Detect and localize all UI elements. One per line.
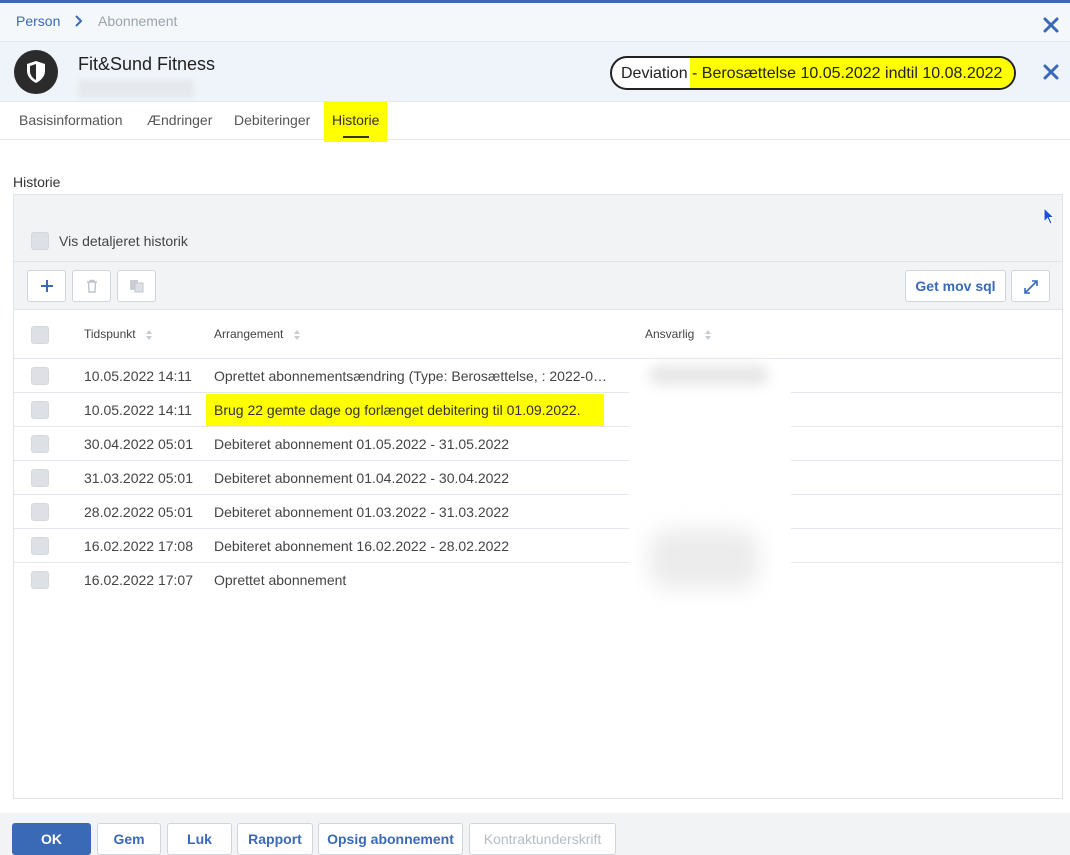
tab-bar: Basisinformation Ændringer Debiteringer … xyxy=(0,102,1070,142)
history-options: Vis detaljeret historik xyxy=(14,195,1062,262)
table-row[interactable]: 31.03.2022 05:01 Debiteret abonnement 01… xyxy=(14,461,1062,495)
copy-icon xyxy=(130,280,144,293)
redaction-smudge xyxy=(649,529,759,589)
select-all-checkbox[interactable] xyxy=(31,326,49,344)
cell-arrangement: Debiteret abonnement 01.05.2022 - 31.05.… xyxy=(214,436,510,452)
cell-arrangement: Debiteret abonnement 01.03.2022 - 31.03.… xyxy=(214,504,510,520)
row-checkbox[interactable] xyxy=(31,367,49,385)
cell-tidspunkt: 16.02.2022 17:08 xyxy=(84,538,193,554)
deviation-label: Deviation xyxy=(621,65,688,82)
column-header-label: Tidspunkt xyxy=(84,327,136,341)
add-button[interactable] xyxy=(27,270,66,302)
cell-tidspunkt: 31.03.2022 05:01 xyxy=(84,470,193,486)
deviation-badge: Deviation - Berosættelse 10.05.2022 indt… xyxy=(610,56,1016,90)
cell-arrangement: Debiteret abonnement 16.02.2022 - 28.02.… xyxy=(214,538,510,554)
sort-icon xyxy=(704,329,711,340)
close-icon[interactable] xyxy=(1042,16,1060,34)
page-title: Fit&Sund Fitness xyxy=(78,54,216,74)
row-checkbox[interactable] xyxy=(31,435,49,453)
copy-button[interactable] xyxy=(117,270,156,302)
cell-tidspunkt: 30.04.2022 05:01 xyxy=(84,436,193,452)
get-mov-sql-button[interactable]: Get mov sql xyxy=(905,270,1006,302)
expand-icon xyxy=(1024,280,1038,294)
avatar xyxy=(14,50,58,94)
deviation-detail: - Berosættelse 10.05.2022 indtil 10.08.2… xyxy=(690,58,1014,88)
table-row[interactable]: 30.04.2022 05:01 Debiteret abonnement 01… xyxy=(14,427,1062,461)
table-row[interactable]: 16.02.2022 17:08 Debiteret abonnement 16… xyxy=(14,529,1062,563)
redacted-ansvarlig-column xyxy=(629,359,791,599)
column-header-arrangement[interactable]: Arrangement xyxy=(214,327,301,341)
opsig-abonnement-button[interactable]: Opsig abonnement xyxy=(318,823,463,855)
plus-icon xyxy=(41,280,53,292)
sort-icon xyxy=(293,329,300,340)
chevron-right-icon xyxy=(75,15,83,27)
gem-button[interactable]: Gem xyxy=(97,823,161,855)
tab-debiteringer[interactable]: Debiteringer xyxy=(234,112,310,128)
breadcrumb-current: Abonnement xyxy=(98,13,178,29)
cell-arrangement: Brug 22 gemte dage og forlænget debiteri… xyxy=(206,394,604,426)
record-header: Fit&Sund Fitness Deviation - Berosættels… xyxy=(0,42,1070,102)
table-row[interactable]: 10.05.2022 14:11 Brug 22 gemte dage og f… xyxy=(14,393,1062,427)
row-checkbox[interactable] xyxy=(31,503,49,521)
cell-tidspunkt: 16.02.2022 17:07 xyxy=(84,572,193,588)
column-header-label: Ansvarlig xyxy=(645,327,695,341)
cell-tidspunkt: 10.05.2022 14:11 xyxy=(84,402,192,418)
cell-tidspunkt: 28.02.2022 05:01 xyxy=(84,504,193,520)
rapport-button[interactable]: Rapport xyxy=(237,823,313,855)
ok-button[interactable]: OK xyxy=(12,823,91,855)
table-row[interactable]: 10.05.2022 14:11 Oprettet abonnementsænd… xyxy=(14,359,1062,393)
tab-active-underline xyxy=(343,136,369,138)
breadcrumb-person-link[interactable]: Person xyxy=(16,13,60,29)
shield-icon xyxy=(27,61,45,83)
table-toolbar: Get mov sql xyxy=(14,262,1062,310)
trash-icon xyxy=(87,279,97,293)
history-panel: Vis detaljeret historik Get mov sql Tids… xyxy=(13,194,1063,799)
tab-historie-label: Historie xyxy=(332,112,380,128)
breadcrumb: Person Abonnement xyxy=(0,3,1070,42)
kontraktunderskrift-button[interactable]: Kontraktunderskrift xyxy=(469,823,616,855)
table-row[interactable]: 28.02.2022 05:01 Debiteret abonnement 01… xyxy=(14,495,1062,529)
row-checkbox[interactable] xyxy=(31,401,49,419)
redacted-subtitle xyxy=(78,80,194,98)
detailed-history-checkbox[interactable] xyxy=(31,232,49,250)
footer-actions: OK Gem Luk Rapport Opsig abonnement Kont… xyxy=(0,813,1070,855)
table-header: Tidspunkt Arrangement Ansvarlig xyxy=(14,310,1062,359)
column-header-tidspunkt[interactable]: Tidspunkt xyxy=(84,327,153,341)
section-title: Historie xyxy=(13,174,61,190)
detailed-history-label: Vis detaljeret historik xyxy=(59,233,188,249)
sort-icon xyxy=(145,329,152,340)
tab-basisinformation[interactable]: Basisinformation xyxy=(19,112,123,128)
column-header-label: Arrangement xyxy=(214,327,284,341)
delete-button[interactable] xyxy=(72,270,111,302)
row-checkbox[interactable] xyxy=(31,537,49,555)
cell-arrangement: Debiteret abonnement 01.04.2022 - 30.04.… xyxy=(214,470,510,486)
mouse-cursor-icon xyxy=(1043,207,1056,225)
cell-arrangement: Oprettet abonnementsændring (Type: Beros… xyxy=(214,368,614,384)
table-row[interactable]: 16.02.2022 17:07 Oprettet abonnement xyxy=(14,563,1062,597)
cell-tidspunkt: 10.05.2022 14:11 xyxy=(84,368,192,384)
expand-button[interactable] xyxy=(1011,270,1050,302)
row-checkbox[interactable] xyxy=(31,571,49,589)
close-icon[interactable] xyxy=(1042,63,1060,81)
cell-arrangement: Oprettet abonnement xyxy=(214,572,347,588)
luk-button[interactable]: Luk xyxy=(167,823,232,855)
tab-historie[interactable]: Historie xyxy=(324,102,388,142)
tab-aendringer[interactable]: Ændringer xyxy=(147,112,212,128)
row-checkbox[interactable] xyxy=(31,469,49,487)
redaction-smudge xyxy=(649,365,769,385)
column-header-ansvarlig[interactable]: Ansvarlig xyxy=(645,327,712,341)
